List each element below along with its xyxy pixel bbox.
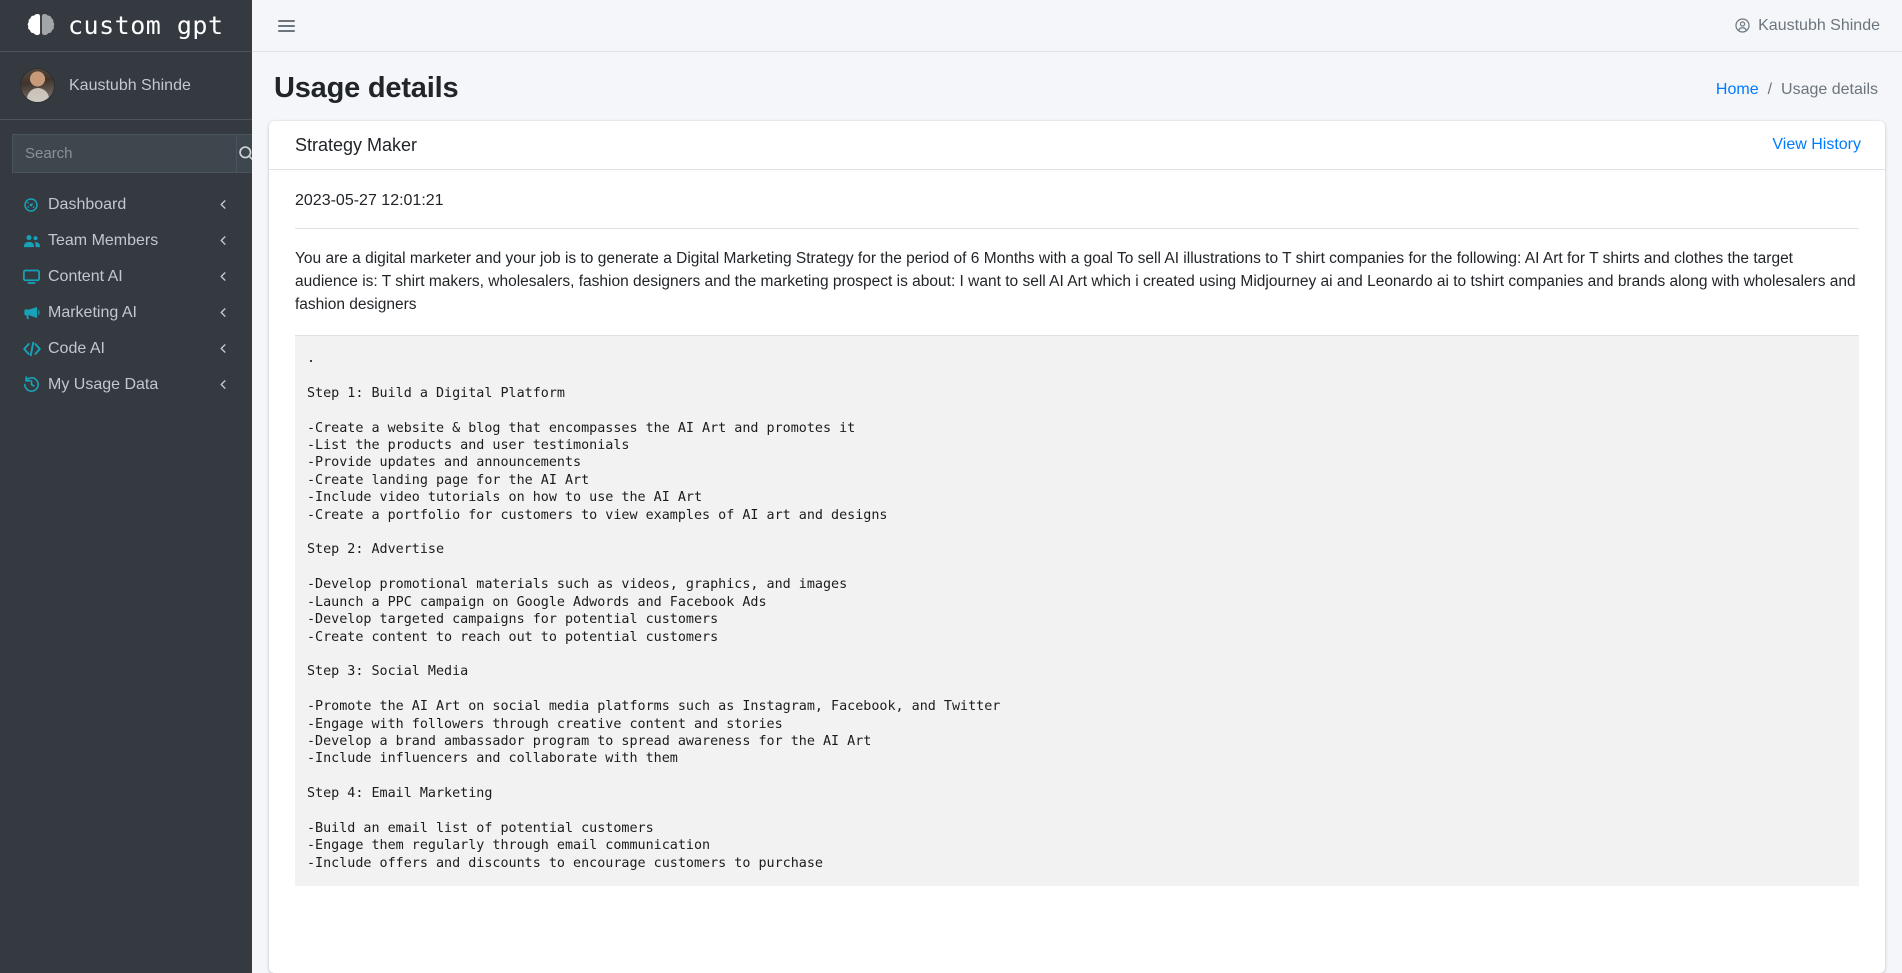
card-header: Strategy Maker View History	[269, 121, 1885, 170]
sidebar-item-label: Marketing AI	[48, 303, 137, 321]
user-circle-icon	[1735, 18, 1750, 33]
sidebar-item-code-ai[interactable]: Code AI	[8, 331, 244, 366]
sidebar-item-label: Content AI	[48, 267, 123, 285]
brain-icon	[27, 13, 55, 35]
clock-rotate-icon	[22, 375, 48, 394]
search-icon	[239, 146, 252, 161]
sidebar-item-my-usage-data[interactable]: My Usage Data	[8, 367, 244, 402]
sidebar-item-label: Dashboard	[48, 195, 127, 213]
search-input[interactable]	[12, 134, 236, 173]
sidebar-search	[12, 134, 252, 173]
brand-logo-link[interactable]: custom gpt	[0, 0, 252, 52]
app-root: custom gpt Kaustubh Shinde Search Dashbo…	[0, 0, 1902, 973]
users-icon	[22, 231, 48, 251]
prompt-text: You are a digital marketer and your job …	[295, 250, 1856, 313]
card-body: 2023-05-27 12:01:21 You are a digital ma…	[269, 170, 1885, 887]
chevron-left-icon	[218, 379, 232, 390]
bullhorn-icon	[22, 303, 48, 322]
sidebar-item-label: Team Members	[48, 231, 159, 249]
sidebar-nav: Dashboard Team Members Content AI Market…	[0, 183, 252, 402]
sidebar-user-name: Kaustubh Shinde	[69, 76, 191, 94]
output-text: . Step 1: Build a Digital Platform -Crea…	[295, 336, 1859, 887]
page-title: Usage details	[274, 72, 459, 104]
search-button[interactable]	[236, 134, 252, 173]
topbar-user-menu[interactable]: Kaustubh Shinde	[1734, 17, 1880, 35]
avatar	[20, 68, 55, 103]
sidebar-item-dashboard[interactable]: Dashboard	[8, 187, 244, 222]
view-history-link[interactable]: View History	[1772, 136, 1861, 154]
code-icon	[22, 339, 48, 359]
chevron-left-icon	[218, 307, 232, 318]
breadcrumb-separator: /	[1767, 81, 1773, 98]
breadcrumb-home-link[interactable]: Home	[1716, 81, 1759, 99]
sidebar-item-label: My Usage Data	[48, 375, 159, 393]
usage-detail-card: Strategy Maker View History 2023-05-27 1…	[269, 121, 1885, 973]
breadcrumb-current: Usage details	[1781, 81, 1878, 98]
chevron-left-icon	[218, 235, 232, 246]
tachometer-icon	[22, 196, 48, 214]
sidebar-item-label: Code AI	[48, 339, 105, 357]
breadcrumb: Home / Usage details	[1716, 81, 1878, 105]
sidebar-user-panel[interactable]: Kaustubh Shinde	[0, 52, 252, 120]
chevron-left-icon	[218, 199, 232, 210]
chevron-left-icon	[218, 343, 232, 354]
sidebar-item-marketing-ai[interactable]: Marketing AI	[8, 295, 244, 330]
sidebar-item-content-ai[interactable]: Content AI	[8, 259, 244, 294]
topbar-user-name: Kaustubh Shinde	[1758, 16, 1880, 34]
sidebar: custom gpt Kaustubh Shinde Search Dashbo…	[0, 0, 252, 973]
sidebar-item-team-members[interactable]: Team Members	[8, 223, 244, 258]
main-content: Kaustubh Shinde Usage details Home / Usa…	[252, 0, 1902, 973]
desktop-icon	[22, 267, 48, 286]
card-title: Strategy Maker	[295, 134, 418, 155]
page-header: Usage details Home / Usage details	[252, 52, 1902, 121]
hamburger-icon[interactable]	[276, 16, 297, 36]
timestamp: 2023-05-27 12:01:21	[295, 192, 444, 209]
topbar: Kaustubh Shinde	[252, 0, 1902, 52]
brand-text: custom gpt	[68, 11, 224, 40]
chevron-left-icon	[218, 271, 232, 282]
